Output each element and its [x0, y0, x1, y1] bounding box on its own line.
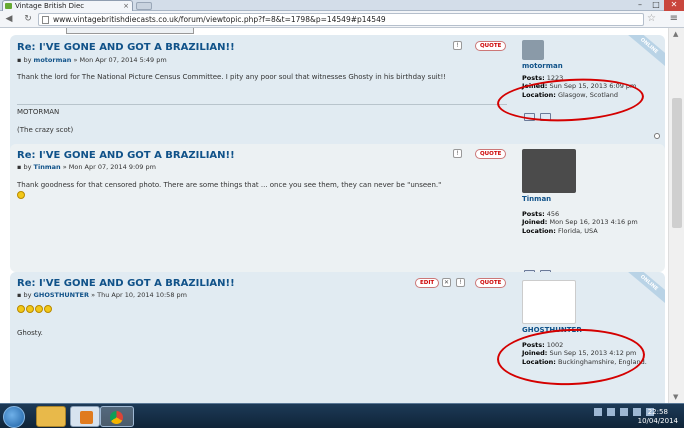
- smiley-icon: [44, 305, 52, 313]
- scroll-thumb[interactable]: [672, 98, 682, 228]
- close-window-icon[interactable]: ✕: [664, 0, 684, 11]
- explorer-taskbar-button[interactable]: [36, 406, 66, 427]
- reload-icon[interactable]: ↻: [22, 13, 34, 25]
- profile-username[interactable]: Tinman: [522, 195, 657, 204]
- post-author[interactable]: motorman: [34, 56, 72, 64]
- page-icon: [42, 16, 49, 24]
- smiley-icon: [26, 305, 34, 313]
- edit-button[interactable]: EDIT: [415, 278, 440, 288]
- signature-divider: [17, 104, 507, 105]
- post-body: Thank the lord for The National Picture …: [17, 73, 447, 81]
- post-title[interactable]: Re: I'VE GONE AND GOT A BRAZILIAN!!: [17, 42, 235, 53]
- quote-button[interactable]: QUOTE: [475, 149, 507, 159]
- post-title[interactable]: Re: I'VE GONE AND GOT A BRAZILIAN!!: [17, 150, 235, 161]
- post-meta: ▪ by GHOSTHUNTER » Thu Apr 10, 2014 10:5…: [17, 291, 187, 299]
- post-date: » Mon Apr 07, 2014 5:49 pm: [73, 56, 167, 64]
- scroll-down-icon[interactable]: ▼: [673, 393, 678, 401]
- post-meta: ▪ by Tinman » Mon Apr 07, 2014 9:09 pm: [17, 163, 156, 171]
- posts-label: Posts:: [522, 73, 545, 82]
- page-scrollbar[interactable]: ▲ ▼: [668, 28, 684, 403]
- post-body: Ghosty.: [17, 329, 43, 337]
- window-controls: – □ ✕: [632, 0, 684, 11]
- smiley-icon: [17, 191, 25, 199]
- forum-post: Re: I'VE GONE AND GOT A BRAZILIAN!! ▪ by…: [10, 144, 665, 272]
- quote-button[interactable]: QUOTE: [475, 278, 507, 288]
- address-bar[interactable]: www.vintagebritishdiecasts.co.uk/forum/v…: [38, 13, 644, 26]
- back-icon[interactable]: ◀: [3, 13, 15, 25]
- play-icon: [80, 411, 93, 424]
- start-button[interactable]: [3, 406, 25, 428]
- by-label: by: [23, 56, 32, 64]
- bookmark-star-icon[interactable]: ☆: [647, 13, 656, 24]
- browser-tab-bar: Vintage British Diec × – □ ✕: [0, 0, 684, 11]
- post-title[interactable]: Re: I'VE GONE AND GOT A BRAZILIAN!!: [17, 278, 235, 289]
- by-label: by: [23, 291, 32, 299]
- signature-tagline: (The crazy scot): [17, 126, 74, 134]
- quote-button[interactable]: QUOTE: [475, 41, 507, 51]
- location-label: Location:: [522, 226, 556, 235]
- profile-username[interactable]: motorman: [522, 62, 657, 71]
- tray-icon[interactable]: [607, 408, 615, 416]
- report-icon[interactable]: !: [453, 149, 462, 158]
- delete-icon[interactable]: ✕: [442, 278, 451, 287]
- maximize-icon[interactable]: □: [648, 0, 664, 11]
- smiley-row: [17, 304, 487, 314]
- clock-date: 10/04/2014: [637, 417, 678, 425]
- browser-tab[interactable]: Vintage British Diec ×: [2, 0, 133, 11]
- post-meta: ▪ by motorman » Mon Apr 07, 2014 5:49 pm: [17, 56, 167, 64]
- report-icon[interactable]: !: [453, 41, 462, 50]
- system-clock[interactable]: 22:58 10/04/2014: [638, 408, 678, 426]
- post-date: » Thu Apr 10, 2014 10:58 pm: [91, 291, 187, 299]
- chrome-icon: [110, 411, 123, 424]
- close-tab-icon[interactable]: ×: [123, 1, 129, 11]
- user-avatar[interactable]: [522, 149, 576, 193]
- by-label: by: [23, 163, 32, 171]
- page-content: ONLINE Re: I'VE GONE AND GOT A BRAZILIAN…: [0, 28, 668, 403]
- new-tab-button[interactable]: [136, 2, 152, 10]
- tab-title: Vintage British Diec: [15, 2, 85, 10]
- location-value: Florida, USA: [557, 226, 598, 235]
- user-avatar[interactable]: [522, 280, 576, 324]
- tray-icon[interactable]: [620, 408, 628, 416]
- post-body: Thank goodness for that censored photo. …: [17, 180, 487, 200]
- posts-label: Posts:: [522, 209, 545, 218]
- user-profile: Tinman Posts: 456 Joined: Mon Sep 16, 20…: [522, 149, 657, 235]
- user-avatar[interactable]: [522, 40, 544, 60]
- smiley-icon: [17, 305, 25, 313]
- media-player-taskbar-button[interactable]: [70, 406, 100, 427]
- site-favicon-icon: [5, 3, 12, 9]
- post-body-text: Thank goodness for that censored photo. …: [17, 181, 442, 189]
- menu-icon[interactable]: ≡: [670, 13, 678, 24]
- search-topic-box[interactable]: [66, 28, 194, 34]
- smiley-icon: [35, 305, 43, 313]
- clock-time: 22:58: [647, 408, 668, 416]
- tray-icon[interactable]: [594, 408, 602, 416]
- windows-taskbar: 22:58 10/04/2014: [0, 403, 684, 428]
- posts-count: 456: [546, 209, 560, 218]
- minimize-icon[interactable]: –: [632, 0, 648, 11]
- post-author[interactable]: Tinman: [34, 163, 61, 171]
- joined-label: Joined:: [522, 218, 548, 226]
- scroll-up-icon[interactable]: ▲: [673, 30, 678, 38]
- url-text: www.vintagebritishdiecasts.co.uk/forum/v…: [53, 15, 386, 24]
- post-author[interactable]: GHOSTHUNTER: [34, 291, 89, 299]
- joined-date: Mon Sep 16, 2013 4:16 pm: [549, 218, 638, 226]
- back-to-top-icon[interactable]: [654, 133, 660, 139]
- signature-name: MOTORMAN: [17, 108, 60, 116]
- chrome-taskbar-button[interactable]: [100, 406, 134, 427]
- browser-nav-bar: ◀ ↻ www.vintagebritishdiecasts.co.uk/for…: [0, 11, 684, 28]
- post-date: » Mon Apr 07, 2014 9:09 pm: [62, 163, 156, 171]
- report-icon[interactable]: !: [456, 278, 465, 287]
